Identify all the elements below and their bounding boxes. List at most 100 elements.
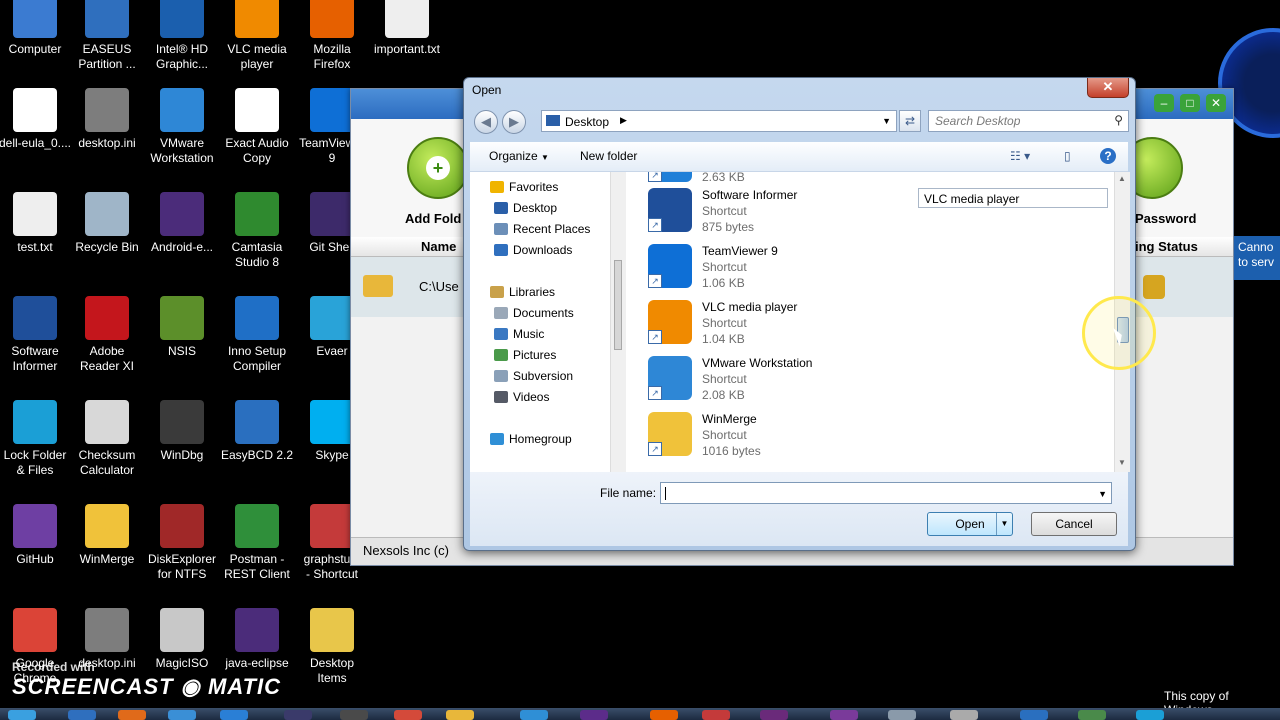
chevron-down-icon[interactable]: ▼ [882,116,891,126]
preview-pane-icon[interactable]: ▯ [1064,149,1071,163]
nav-scroll-thumb[interactable] [614,260,622,350]
taskbar-button[interactable] [760,710,788,720]
breadcrumb-arrow-icon[interactable]: ▶ [620,115,627,126]
taskbar-button[interactable] [888,710,916,720]
taskbar-button[interactable] [580,710,608,720]
search-input[interactable]: Search Desktop ⚲ [928,110,1129,132]
nav-item[interactable]: Downloads [494,243,572,257]
close-icon[interactable]: ✕ [1206,94,1226,112]
forward-button[interactable]: ▶ [502,110,526,134]
taskbar-button[interactable] [68,710,96,720]
nav-item[interactable]: Libraries [490,285,555,299]
desktop-icon-item[interactable]: important.txt [368,0,446,57]
desktop-icon-item[interactable]: Mozilla Firefox [293,0,371,72]
nav-item[interactable]: Videos [494,390,549,404]
open-button[interactable]: Open ▼ [927,512,1013,536]
view-options-icon[interactable]: ☷ ▾ [1010,149,1030,163]
desktop-icon-item[interactable]: Adobe Reader XI [68,296,146,374]
desktop-icon-item[interactable]: WinMerge [68,504,146,567]
taskbar-button[interactable] [830,710,858,720]
desktop-icon-item[interactable]: DiskExplorer for NTFS [143,504,221,582]
taskbar-button[interactable] [520,710,548,720]
help-icon[interactable]: ? [1100,148,1116,164]
open-dropdown-icon[interactable]: ▼ [996,513,1012,535]
taskbar-button[interactable] [220,710,248,720]
shortcut-icon: ↗ [648,172,692,182]
column-status[interactable]: ing Status [1135,239,1198,254]
scroll-up-icon[interactable]: ▲ [1118,174,1126,183]
file-name-input[interactable]: ▼ [660,482,1112,504]
taskbar-button[interactable] [1136,710,1164,720]
list-item[interactable]: ↗ VLC media player Shortcut 1.04 KB [648,298,1108,350]
new-folder-button[interactable]: New folder [580,149,637,163]
desktop-icon-item[interactable]: Desktop Items [293,608,371,686]
desktop-icon-item[interactable]: Recycle Bin [68,192,146,255]
desktop-icon-item[interactable]: Software Informer [0,296,74,374]
dialog-close-button[interactable]: ✕ [1087,78,1129,98]
taskbar-button[interactable] [950,710,978,720]
list-item[interactable]: ↗ VMware Workstation Shortcut 2.08 KB [648,354,1108,406]
desktop-icon-item[interactable]: test.txt [0,192,74,255]
desktop-icon-item[interactable]: NSIS [143,296,221,359]
taskbar-button[interactable] [394,710,422,720]
chevron-down-icon[interactable]: ▼ [1098,489,1107,499]
nav-item[interactable]: Homegroup [490,432,572,446]
search-icon[interactable]: ⚲ [1114,113,1123,127]
nav-scrollbar[interactable] [610,172,626,472]
taskbar-button[interactable] [340,710,368,720]
taskbar-button[interactable] [702,710,730,720]
desktop-icon-item[interactable]: EASEUS Partition ... [68,0,146,72]
refresh-button[interactable]: ⇄ [899,110,921,132]
taskbar-button[interactable] [1020,710,1048,720]
nav-item[interactable]: Pictures [494,348,556,362]
taskbar-button[interactable] [1078,710,1106,720]
taskbar-button[interactable] [168,710,196,720]
documents-icon [494,307,508,319]
nav-item[interactable]: Desktop [494,201,557,215]
cancel-button[interactable]: Cancel [1031,512,1117,536]
desktop-icon-item[interactable]: EasyBCD 2.2 [218,400,296,463]
calculator-icon [85,400,129,444]
taskbar-button[interactable] [284,710,312,720]
minimize-icon[interactable]: – [1154,94,1174,112]
taskbar-button[interactable] [446,710,474,720]
maximize-icon[interactable]: □ [1180,94,1200,112]
desktop-icon-item[interactable]: VMware Workstation [143,88,221,166]
desktop-icon-item[interactable]: Android-e... [143,192,221,255]
desktop-icon-item[interactable]: Checksum Calculator [68,400,146,478]
taskbar-button[interactable] [650,710,678,720]
desktop-icon-item[interactable]: GitHub [0,504,74,567]
desktop-icon-item[interactable]: desktop.ini [68,88,146,151]
desktop-icon-item[interactable]: VLC media player [218,0,296,72]
nav-item[interactable]: Music [494,327,544,341]
desktop-icon-label: desktop.ini [78,136,136,150]
nav-item[interactable]: Documents [494,306,574,320]
taskbar-button[interactable] [8,710,36,720]
shortcut-arrow-icon: ↗ [648,386,662,400]
address-bar[interactable]: Desktop ▶ ▼ [541,110,897,132]
column-name[interactable]: Name [421,239,456,254]
desktop-icon-item[interactable]: Intel® HD Graphic... [143,0,221,72]
back-button[interactable]: ◀ [474,110,498,134]
list-item[interactable]: ↗Shortcut2.63 KB [648,172,1108,188]
address-crumb[interactable]: Desktop [565,115,609,129]
organize-button[interactable]: Organize ▼ [489,149,549,163]
nav-item[interactable]: Favorites [490,180,558,194]
desktop-icon-item[interactable]: Computer [0,0,74,57]
desktop-icon-item[interactable]: Postman - REST Client [218,504,296,582]
add-folder-button[interactable]: + [407,137,469,199]
desktop-icon-item[interactable]: Exact Audio Copy [218,88,296,166]
desktop-icon-item[interactable]: dell-eula_0.... [0,88,74,151]
rename-box[interactable]: VLC media player [918,188,1108,208]
list-item[interactable]: ↗ TeamViewer 9 Shortcut 1.06 KB [648,242,1108,294]
desktop-icon-item[interactable]: Inno Setup Compiler [218,296,296,374]
list-item[interactable]: ↗ WinMerge Shortcut 1016 bytes [648,410,1108,462]
scroll-down-icon[interactable]: ▼ [1118,458,1126,467]
nav-item[interactable]: Recent Places [494,222,590,236]
github-icon [13,504,57,548]
desktop-icon-item[interactable]: Camtasia Studio 8 [218,192,296,270]
taskbar-button[interactable] [118,710,146,720]
nav-item[interactable]: Subversion [494,369,573,383]
desktop-icon-item[interactable]: WinDbg [143,400,221,463]
desktop-icon-item[interactable]: Lock Folder & Files [0,400,74,478]
